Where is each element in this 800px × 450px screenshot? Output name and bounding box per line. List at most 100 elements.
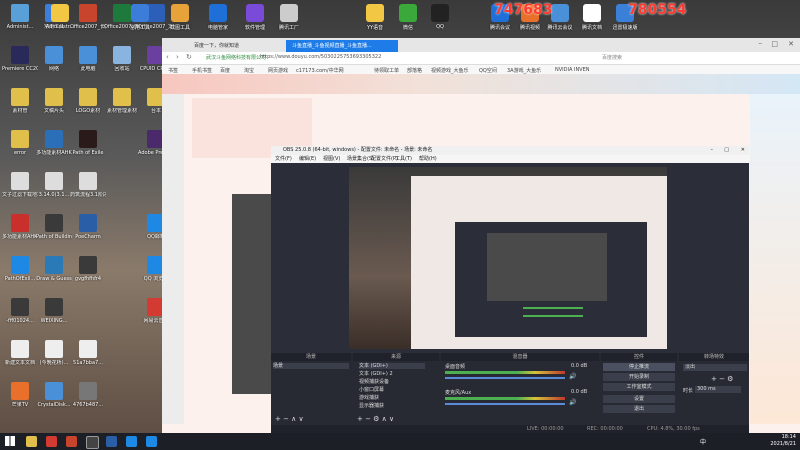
top-desktop-icon[interactable]: 腾讯工厂 — [269, 4, 309, 31]
start-recording-button[interactable]: 开始录制 — [603, 373, 675, 381]
tab-baidu[interactable]: 百度一下，你就知道 — [188, 40, 290, 52]
desktop-icon[interactable]: gvgfhfhfr4 — [70, 256, 106, 282]
desktop-icon[interactable]: -fff01024... — [2, 298, 38, 324]
reload-icon[interactable]: ↻ — [186, 53, 192, 61]
desktop-icon[interactable]: WEIXING... — [36, 298, 72, 324]
scene-item[interactable]: 场景 — [273, 363, 349, 369]
bookmark-item[interactable]: 部落格 — [407, 67, 422, 74]
obs-minimize-icon[interactable]: – — [711, 146, 714, 155]
mixer-fader-2[interactable] — [445, 403, 565, 405]
desktop-icon[interactable]: Path of Exile — [70, 130, 106, 156]
desktop-icon[interactable]: 素材管理素材 — [104, 88, 140, 114]
browser-minimize-icon[interactable]: – — [759, 39, 763, 47]
desktop-icon[interactable]: PoeCharm — [70, 214, 106, 240]
tab-douyu[interactable]: 斗鱼直播_斗鱼视频直播_斗鱼直播... — [286, 40, 398, 52]
desktop-icon[interactable]: 新建文本文档 — [2, 340, 38, 366]
browser-maximize-icon[interactable]: □ — [771, 40, 778, 48]
desktop-icon[interactable]: 网络 — [36, 46, 72, 72]
desktop-icon[interactable]: CrystalDisk... — [36, 382, 72, 408]
desktop-icon[interactable]: 素材管 — [2, 88, 38, 114]
bookmark-item[interactable]: c17173.com/中华网 — [296, 67, 344, 74]
explorer-icon[interactable] — [26, 436, 37, 447]
desktop-icon[interactable]: 回收站 — [104, 46, 140, 72]
desktop-icon[interactable]: 多功能素材AHK20.19... — [2, 214, 38, 240]
desktop-icon[interactable]: 文稿片头 — [36, 88, 72, 114]
top-desktop-icon[interactable]: Administr... — [40, 4, 80, 30]
url-input[interactable]: https://www.douyu.com/503022575369330532… — [260, 54, 381, 60]
forward-icon[interactable]: › — [176, 53, 179, 61]
transition-select[interactable]: 淡出 — [683, 364, 747, 371]
taskbar-clock[interactable]: 18:14 2021/8/21 — [770, 434, 796, 448]
desktop-icon[interactable]: 文子过滤下载地址 — [2, 172, 38, 198]
obs-menu-item[interactable]: 配置文件(P) — [371, 155, 398, 163]
bookmark-item[interactable]: 淘宝 — [244, 67, 254, 74]
desktop-icon[interactable]: LOGO素材 — [70, 88, 106, 114]
source-item[interactable]: 游戏捕获 — [359, 395, 425, 401]
source-item[interactable]: 视频捕获设备 — [359, 379, 425, 385]
source-item[interactable]: 显示器捕获 — [359, 403, 425, 409]
mixer-fader-1[interactable] — [445, 377, 565, 379]
obs-menu-item[interactable]: 文件(F) — [275, 155, 292, 163]
start-windows-icon[interactable] — [5, 436, 15, 446]
desktop-icon[interactable]: 药筑流程3.1阶段 — [70, 172, 106, 198]
desktop-icon[interactable]: 芒果TV — [2, 382, 38, 408]
obs-menu-item[interactable]: 帮助(H) — [419, 155, 437, 163]
duration-input[interactable]: 300 ms — [695, 386, 741, 393]
desktop-icon[interactable]: 此电脑 — [70, 46, 106, 72]
obs-preview[interactable] — [349, 167, 667, 349]
desktop-icon[interactable]: 3.14.0(3.1... — [36, 172, 72, 198]
bookmark-item[interactable]: 待领取工单 — [374, 67, 399, 74]
desktop-icon[interactable]: (今晚花桥)... — [36, 340, 72, 366]
settings-button[interactable]: 设置 — [603, 395, 675, 403]
source-add-icon[interactable]: + − ⚙ ∧ ∨ — [357, 415, 394, 423]
browser-close-icon[interactable]: ✕ — [788, 40, 794, 48]
scene-add-icon[interactable]: + − ∧ ∨ — [275, 415, 304, 423]
speaker-icon[interactable]: 🔊 — [569, 373, 576, 380]
desktop-icon-label: 文稿片头 — [43, 108, 64, 114]
search-input[interactable]: 百度搜索 — [602, 54, 622, 61]
desktop-icon[interactable]: Path of Building — [36, 214, 72, 240]
bookmark-item[interactable]: 书签 — [168, 67, 178, 74]
top-desktop-icon[interactable]: 常用工具 — [120, 4, 160, 31]
obs-menu-item[interactable]: 工具(T) — [395, 155, 412, 163]
desktop-icon[interactable]: 多功能素材AHK — [36, 130, 72, 156]
desktop-icon[interactable]: Premiere CC2018 — [2, 46, 38, 72]
obs-menu-item[interactable]: 视图(V) — [323, 155, 340, 163]
app-taskbar-icon[interactable] — [106, 436, 117, 447]
bookmark-item[interactable]: 手机书签 — [192, 67, 212, 74]
speaker-icon-2[interactable]: 🔊 — [569, 399, 576, 406]
source-item[interactable]: 小窗口屏幕 — [359, 387, 425, 393]
bookmark-item[interactable]: 视频游戏_大鱼乐 — [431, 67, 469, 74]
ppt-taskbar-icon[interactable] — [66, 436, 77, 447]
desktop-icon[interactable]: Administ... — [2, 4, 38, 30]
mixer-track-db-2: 0.0 dB — [571, 389, 588, 395]
source-item[interactable]: 文本 (GDI+) 2 — [359, 371, 425, 377]
bookmark-item[interactable]: 网页游戏 — [268, 67, 288, 74]
language-indicator[interactable]: 中 — [700, 437, 706, 446]
exit-button[interactable]: 退出 — [603, 405, 675, 413]
top-desktop-icon[interactable]: 截图工具 — [160, 4, 200, 31]
bookmark-item[interactable]: NVIDIA INVEN — [555, 67, 590, 73]
source-item[interactable]: 文本 (GDI+) — [359, 363, 425, 369]
studio-mode-button[interactable]: 工作室模式 — [603, 383, 675, 391]
qq-browser-taskbar-icon[interactable] — [126, 436, 137, 447]
obs-taskbar-icon[interactable] — [86, 436, 99, 449]
obs-maximize-icon[interactable]: □ — [724, 146, 729, 155]
obs-menu-item[interactable]: 编辑(E) — [299, 155, 316, 163]
top-desktop-icon[interactable]: QQ — [420, 4, 460, 30]
desktop-icon[interactable]: 4767b487... — [70, 382, 106, 408]
obs-close-icon[interactable]: ✕ — [741, 146, 745, 155]
top-desktop-icon[interactable]: 电脑管家 — [198, 4, 238, 31]
netease-music-taskbar-icon[interactable] — [46, 436, 57, 447]
back-icon[interactable]: ‹ — [166, 53, 169, 61]
bookmark-item[interactable]: 百度 — [220, 67, 230, 74]
qqmail-taskbar-icon[interactable] — [146, 436, 157, 447]
transition-add-icon[interactable]: + − ⚙ — [711, 375, 733, 383]
desktop-icon[interactable]: error — [2, 130, 38, 156]
desktop-icon[interactable]: PathOfExil... — [2, 256, 38, 282]
desktop-icon[interactable]: Draw & Guess — [36, 256, 72, 282]
desktop-icon[interactable]: 51a7bba7... — [70, 340, 106, 366]
bookmark-item[interactable]: 3A游戏_大鱼乐 — [507, 67, 541, 74]
bookmark-item[interactable]: QQ空间 — [479, 67, 497, 74]
stop-stream-button[interactable]: 停止推流 — [603, 363, 675, 371]
